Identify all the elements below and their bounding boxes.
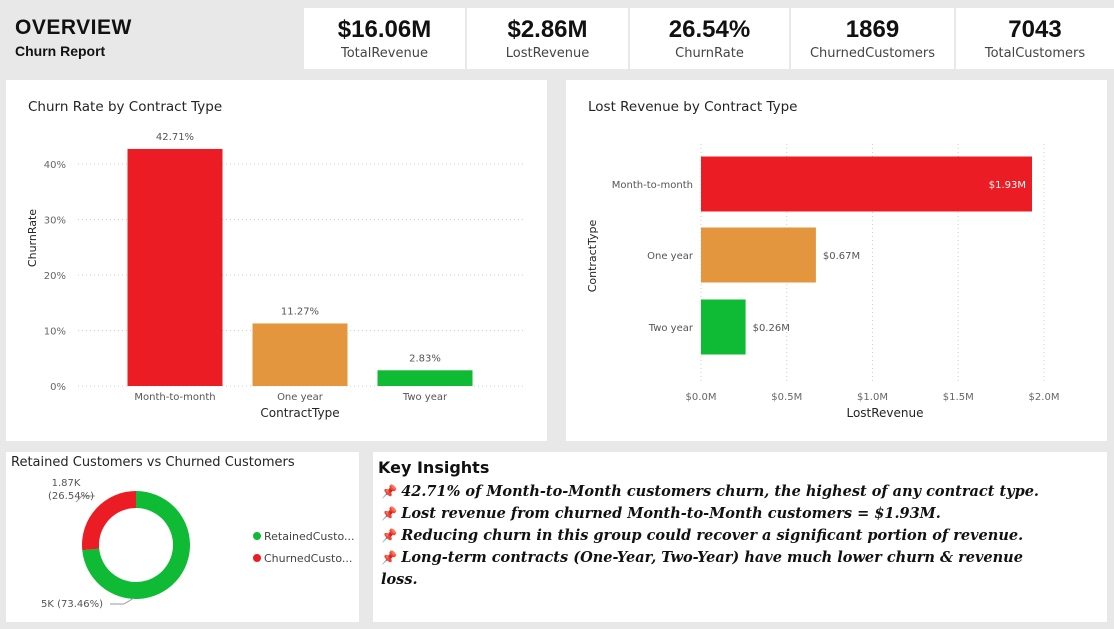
x-tick-label: $1.5M (943, 392, 974, 403)
kpi-label: LostRevenue (505, 46, 590, 61)
bar-one-year[interactable] (701, 227, 816, 283)
y-tick-label: 30% (44, 216, 66, 227)
insight-line: 📌 Lost revenue from churned Month-to-Mont… (381, 505, 941, 522)
data-label: $0.26M (753, 323, 790, 334)
page-subtitle: Churn Report (15, 43, 106, 59)
y-tick-label: 10% (44, 327, 66, 338)
kpi-label: ChurnedCustomers (809, 46, 936, 61)
y-tick-label: One year (647, 251, 694, 262)
x-tick-label: $0.0M (686, 392, 717, 403)
bar-one-year[interactable] (252, 323, 348, 386)
legend-marker-retained (253, 532, 261, 540)
bar-two-year[interactable] (701, 299, 746, 355)
insights-list: 📌 42.71% of Month-to-Month customers chur… (381, 481, 1101, 590)
data-label: 11.27% (281, 306, 319, 317)
lost-revenue-chart-panel[interactable]: Lost Revenue by Contract Type $0.0M $0.5M… (566, 80, 1107, 441)
leader-line (123, 597, 135, 605)
kpi-card-churn-rate[interactable]: 26.54% ChurnRate (630, 8, 789, 69)
kpi-value: $16.06M (337, 16, 432, 43)
kpi-value: 26.54% (668, 16, 751, 43)
insight-line: 📌 42.71% of Month-to-Month customers chur… (381, 483, 1039, 500)
kpi-label: TotalCustomers (984, 46, 1086, 61)
legend-label-churned[interactable]: ChurnedCusto... (264, 552, 352, 565)
legend-marker-churned (253, 554, 261, 562)
lost-revenue-bar-chart: $0.0M $0.5M $1.0M $1.5M $2.0M Month-to-month… (586, 144, 1060, 420)
insight-line: loss. (381, 571, 418, 588)
y-axis-title: ChurnRate (26, 209, 39, 267)
retained-vs-churned-panel[interactable]: Retained Customers vs Churned Customers … (6, 452, 359, 622)
pin-icon: 📌 (381, 551, 398, 566)
kpi-value: $2.86M (507, 16, 588, 43)
kpi-card-lost-revenue[interactable]: $2.86M LostRevenue (467, 8, 628, 69)
x-tick-label: $0.5M (771, 392, 802, 403)
bar-month-to-month[interactable] (701, 156, 1032, 212)
data-label: $1.93M (989, 180, 1026, 191)
kpi-label: TotalRevenue (341, 46, 428, 61)
legend-label-retained[interactable]: RetainedCusto... (264, 530, 354, 543)
slice-label-churned: 1.87K (52, 478, 81, 489)
insight-line: 📌 Long-term contracts (One-Year, Two-Year… (381, 549, 1023, 566)
kpi-card-total-revenue[interactable]: $16.06M TotalRevenue (304, 8, 465, 69)
page-title: OVERVIEW (15, 16, 132, 39)
x-tick-label: $2.0M (1029, 392, 1060, 403)
slice-label-churned-pct: (26.54%) (48, 491, 94, 502)
x-tick-label: One year (277, 392, 324, 403)
y-axis-title: ContractType (586, 219, 599, 292)
kpi-card-total-customers[interactable]: 7043 TotalCustomers (956, 8, 1114, 69)
x-axis-title: LostRevenue (846, 406, 923, 420)
kpi-value: 1869 (845, 16, 900, 43)
x-tick-label: Two year (402, 392, 448, 403)
churn-rate-chart-panel[interactable]: Churn Rate by Contract Type 0% 10% 20% 30% 4… (6, 80, 547, 441)
x-axis-title: ContractType (260, 406, 339, 420)
pin-icon: 📌 (381, 485, 398, 500)
insight-line: 📌 Reducing churn in this group could reco… (381, 527, 1024, 544)
y-tick-label: 40% (44, 160, 66, 171)
retained-churned-donut-chart: 1.87K (26.54%) 5K (73.46%) RetainedCusto… (41, 478, 354, 610)
insights-title: Key Insights (378, 458, 490, 477)
bar-month-to-month[interactable] (127, 148, 223, 386)
y-tick-label: Month-to-month (612, 180, 693, 191)
y-tick-label: 0% (50, 382, 66, 393)
y-tick-label: 20% (44, 271, 66, 282)
kpi-card-churned-customers[interactable]: 1869 ChurnedCustomers (791, 8, 954, 69)
pin-icon: 📌 (381, 507, 398, 522)
y-tick-label: Two year (648, 323, 694, 334)
report-header: OVERVIEW Churn Report (6, 8, 301, 71)
x-tick-label: $1.0M (857, 392, 888, 403)
data-label: 42.71% (156, 132, 194, 143)
kpi-label: ChurnRate (675, 46, 744, 61)
churn-rate-bar-chart: 0% 10% 20% 30% 40% 42.71% Month-to-month 11.27… (26, 132, 526, 420)
slice-label-retained: 5K (73.46%) (41, 599, 103, 610)
bar-two-year[interactable] (377, 370, 473, 386)
data-label: $0.67M (823, 251, 860, 262)
x-tick-label: Month-to-month (134, 392, 215, 403)
kpi-value: 7043 (1008, 16, 1062, 43)
key-insights-panel: Key Insights 📌 42.71% of Month-to-Month c… (373, 452, 1107, 622)
pin-icon: 📌 (381, 529, 398, 544)
data-label: 2.83% (409, 353, 441, 364)
